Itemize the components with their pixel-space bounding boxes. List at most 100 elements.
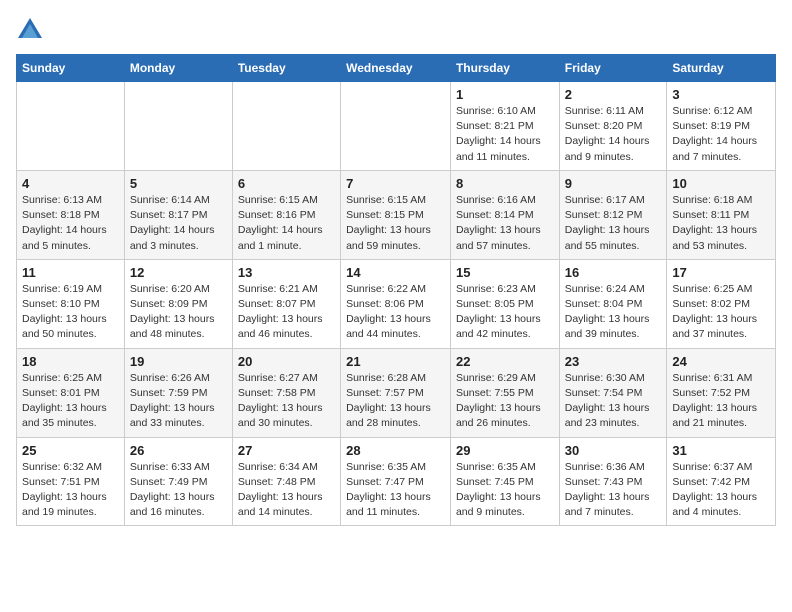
day-number: 21 bbox=[346, 354, 445, 369]
day-number: 6 bbox=[238, 176, 335, 191]
header-cell-friday: Friday bbox=[559, 55, 667, 82]
day-info: Sunrise: 6:15 AM Sunset: 8:16 PM Dayligh… bbox=[238, 194, 323, 252]
day-info: Sunrise: 6:24 AM Sunset: 8:04 PM Dayligh… bbox=[565, 283, 650, 341]
calendar-cell: 29 Sunrise: 6:35 AM Sunset: 7:45 PM Dayli… bbox=[450, 437, 559, 526]
day-number: 23 bbox=[565, 354, 662, 369]
day-number: 27 bbox=[238, 443, 335, 458]
calendar-cell: 4 Sunrise: 6:13 AM Sunset: 8:18 PM Daylig… bbox=[17, 170, 125, 259]
day-info: Sunrise: 6:21 AM Sunset: 8:07 PM Dayligh… bbox=[238, 283, 323, 341]
day-info: Sunrise: 6:18 AM Sunset: 8:11 PM Dayligh… bbox=[672, 194, 757, 252]
day-number: 16 bbox=[565, 265, 662, 280]
calendar-cell: 5Sunrise: 6:14 AM Sunset: 8:17 PM Daylig… bbox=[124, 170, 232, 259]
day-info: Sunrise: 6:13 AM Sunset: 8:18 PM Dayligh… bbox=[22, 194, 107, 252]
day-number: 8 bbox=[456, 176, 554, 191]
header-cell-tuesday: Tuesday bbox=[232, 55, 340, 82]
calendar-cell: 14Sunrise: 6:22 AM Sunset: 8:06 PM Dayli… bbox=[341, 259, 451, 348]
day-info: Sunrise: 6:30 AM Sunset: 7:54 PM Dayligh… bbox=[565, 372, 650, 430]
day-number: 7 bbox=[346, 176, 445, 191]
day-number: 25 bbox=[22, 443, 119, 458]
calendar-cell: 21 Sunrise: 6:28 AM Sunset: 7:57 PM Dayli… bbox=[341, 348, 451, 437]
calendar-cell: 15 Sunrise: 6:23 AM Sunset: 8:05 PM Dayli… bbox=[450, 259, 559, 348]
calendar-cell: 16 Sunrise: 6:24 AM Sunset: 8:04 PM Dayli… bbox=[559, 259, 667, 348]
day-number: 17 bbox=[672, 265, 770, 280]
day-number: 28 bbox=[346, 443, 445, 458]
day-number: 2 bbox=[565, 87, 662, 102]
day-info: Sunrise: 6:31 AM Sunset: 7:52 PM Dayligh… bbox=[672, 372, 757, 430]
calendar-cell: 24 Sunrise: 6:31 AM Sunset: 7:52 PM Dayli… bbox=[667, 348, 776, 437]
day-info: Sunrise: 6:26 AM Sunset: 7:59 PM Dayligh… bbox=[130, 372, 215, 430]
calendar-week-4: 25 Sunrise: 6:32 AM Sunset: 7:51 PM Dayli… bbox=[17, 437, 776, 526]
header-row: SundayMondayTuesdayWednesdayThursdayFrid… bbox=[17, 55, 776, 82]
calendar-cell: 26 Sunrise: 6:33 AM Sunset: 7:49 PM Dayli… bbox=[124, 437, 232, 526]
day-info: Sunrise: 6:11 AM Sunset: 8:20 PM Dayligh… bbox=[565, 105, 650, 163]
calendar-cell bbox=[232, 82, 340, 171]
day-info: Sunrise: 6:35 AM Sunset: 7:47 PM Dayligh… bbox=[346, 461, 431, 519]
day-info: Sunrise: 6:23 AM Sunset: 8:05 PM Dayligh… bbox=[456, 283, 541, 341]
day-number: 4 bbox=[22, 176, 119, 191]
calendar-cell: 7 Sunrise: 6:15 AM Sunset: 8:15 PM Daylig… bbox=[341, 170, 451, 259]
calendar-cell: 23 Sunrise: 6:30 AM Sunset: 7:54 PM Dayli… bbox=[559, 348, 667, 437]
calendar-week-3: 18 Sunrise: 6:25 AM Sunset: 8:01 PM Dayli… bbox=[17, 348, 776, 437]
calendar-week-2: 11 Sunrise: 6:19 AM Sunset: 8:10 PM Dayli… bbox=[17, 259, 776, 348]
day-number: 26 bbox=[130, 443, 227, 458]
calendar-cell: 12 Sunrise: 6:20 AM Sunset: 8:09 PM Dayli… bbox=[124, 259, 232, 348]
calendar-cell: 8 Sunrise: 6:16 AM Sunset: 8:14 PM Daylig… bbox=[450, 170, 559, 259]
header-cell-wednesday: Wednesday bbox=[341, 55, 451, 82]
header-cell-thursday: Thursday bbox=[450, 55, 559, 82]
day-number: 9 bbox=[565, 176, 662, 191]
calendar-cell: 22Sunrise: 6:29 AM Sunset: 7:55 PM Dayli… bbox=[450, 348, 559, 437]
calendar-cell: 1 Sunrise: 6:10 AM Sunset: 8:21 PM Daylig… bbox=[450, 82, 559, 171]
day-number: 14 bbox=[346, 265, 445, 280]
day-info: Sunrise: 6:36 AM Sunset: 7:43 PM Dayligh… bbox=[565, 461, 650, 519]
day-info: Sunrise: 6:28 AM Sunset: 7:57 PM Dayligh… bbox=[346, 372, 431, 430]
calendar-cell: 13Sunrise: 6:21 AM Sunset: 8:07 PM Dayli… bbox=[232, 259, 340, 348]
day-info: Sunrise: 6:35 AM Sunset: 7:45 PM Dayligh… bbox=[456, 461, 541, 519]
day-info: Sunrise: 6:17 AM Sunset: 8:12 PM Dayligh… bbox=[565, 194, 650, 252]
day-number: 18 bbox=[22, 354, 119, 369]
calendar-week-1: 4 Sunrise: 6:13 AM Sunset: 8:18 PM Daylig… bbox=[17, 170, 776, 259]
calendar-cell: 28 Sunrise: 6:35 AM Sunset: 7:47 PM Dayli… bbox=[341, 437, 451, 526]
calendar-cell: 10 Sunrise: 6:18 AM Sunset: 8:11 PM Dayli… bbox=[667, 170, 776, 259]
day-number: 30 bbox=[565, 443, 662, 458]
day-number: 15 bbox=[456, 265, 554, 280]
day-number: 12 bbox=[130, 265, 227, 280]
day-info: Sunrise: 6:37 AM Sunset: 7:42 PM Dayligh… bbox=[672, 461, 757, 519]
calendar-cell: 2 Sunrise: 6:11 AM Sunset: 8:20 PM Daylig… bbox=[559, 82, 667, 171]
calendar-cell: 31 Sunrise: 6:37 AM Sunset: 7:42 PM Dayli… bbox=[667, 437, 776, 526]
calendar-cell: 17 Sunrise: 6:25 AM Sunset: 8:02 PM Dayli… bbox=[667, 259, 776, 348]
day-number: 3 bbox=[672, 87, 770, 102]
day-info: Sunrise: 6:25 AM Sunset: 8:01 PM Dayligh… bbox=[22, 372, 107, 430]
day-number: 31 bbox=[672, 443, 770, 458]
day-info: Sunrise: 6:10 AM Sunset: 8:21 PM Dayligh… bbox=[456, 105, 541, 163]
calendar-cell: 3 Sunrise: 6:12 AM Sunset: 8:19 PM Daylig… bbox=[667, 82, 776, 171]
day-info: Sunrise: 6:32 AM Sunset: 7:51 PM Dayligh… bbox=[22, 461, 107, 519]
day-info: Sunrise: 6:19 AM Sunset: 8:10 PM Dayligh… bbox=[22, 283, 107, 341]
day-number: 1 bbox=[456, 87, 554, 102]
calendar-cell bbox=[17, 82, 125, 171]
calendar-cell: 9 Sunrise: 6:17 AM Sunset: 8:12 PM Daylig… bbox=[559, 170, 667, 259]
day-info: Sunrise: 6:12 AM Sunset: 8:19 PM Dayligh… bbox=[672, 105, 757, 163]
header-cell-sunday: Sunday bbox=[17, 55, 125, 82]
calendar-table: SundayMondayTuesdayWednesdayThursdayFrid… bbox=[16, 54, 776, 526]
day-info: Sunrise: 6:16 AM Sunset: 8:14 PM Dayligh… bbox=[456, 194, 541, 252]
header bbox=[16, 16, 776, 44]
day-info: Sunrise: 6:25 AM Sunset: 8:02 PM Dayligh… bbox=[672, 283, 757, 341]
day-info: Sunrise: 6:33 AM Sunset: 7:49 PM Dayligh… bbox=[130, 461, 215, 519]
header-cell-monday: Monday bbox=[124, 55, 232, 82]
calendar-cell: 30 Sunrise: 6:36 AM Sunset: 7:43 PM Dayli… bbox=[559, 437, 667, 526]
calendar-cell: 25 Sunrise: 6:32 AM Sunset: 7:51 PM Dayli… bbox=[17, 437, 125, 526]
day-number: 24 bbox=[672, 354, 770, 369]
logo-icon bbox=[16, 16, 44, 44]
calendar-cell bbox=[341, 82, 451, 171]
calendar-cell: 18 Sunrise: 6:25 AM Sunset: 8:01 PM Dayli… bbox=[17, 348, 125, 437]
calendar-cell: 27Sunrise: 6:34 AM Sunset: 7:48 PM Dayli… bbox=[232, 437, 340, 526]
day-number: 11 bbox=[22, 265, 119, 280]
calendar-week-0: 1 Sunrise: 6:10 AM Sunset: 8:21 PM Daylig… bbox=[17, 82, 776, 171]
day-info: Sunrise: 6:15 AM Sunset: 8:15 PM Dayligh… bbox=[346, 194, 431, 252]
day-info: Sunrise: 6:14 AM Sunset: 8:17 PM Dayligh… bbox=[130, 194, 215, 252]
day-info: Sunrise: 6:20 AM Sunset: 8:09 PM Dayligh… bbox=[130, 283, 215, 341]
day-number: 19 bbox=[130, 354, 227, 369]
logo bbox=[16, 16, 48, 44]
day-number: 10 bbox=[672, 176, 770, 191]
day-number: 29 bbox=[456, 443, 554, 458]
